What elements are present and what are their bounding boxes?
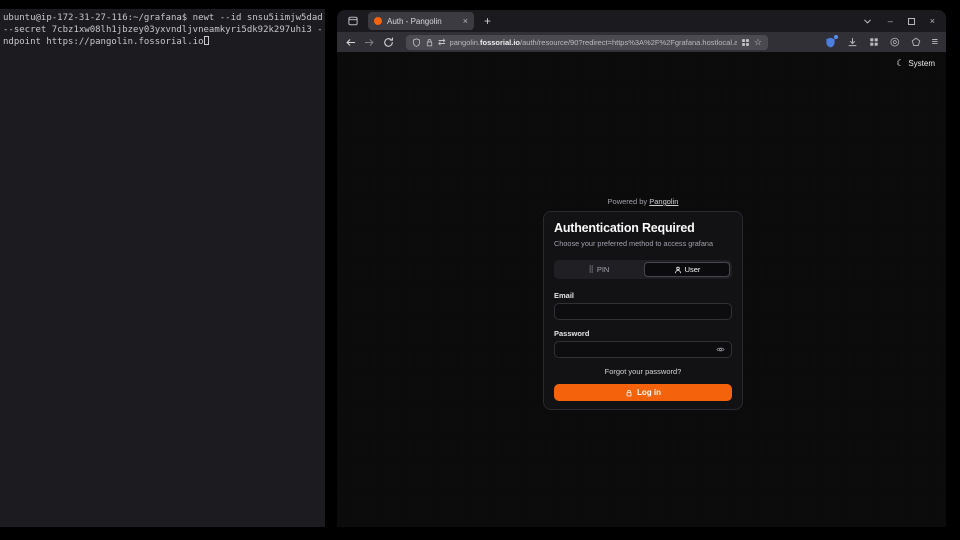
theme-label: System — [908, 59, 935, 68]
theme-toggle[interactable]: ☾ System — [896, 59, 935, 68]
tab-user[interactable]: User — [644, 262, 730, 277]
moon-icon: ☾ — [896, 59, 904, 68]
tab-user-label: User — [685, 265, 701, 274]
pangolin-link[interactable]: Pangolin — [649, 197, 678, 206]
window-controls: – × — [862, 16, 935, 27]
login-lock-icon — [625, 389, 633, 397]
tab-pin-label: PIN — [597, 265, 610, 274]
url-text: pangolin.fossorial.io/auth/resource/90?r… — [450, 38, 737, 47]
pangolin-favicon — [374, 17, 382, 25]
user-icon — [674, 266, 682, 274]
powered-by: Powered by Pangolin — [543, 197, 743, 206]
url-domain: fossorial.io — [480, 38, 520, 47]
card-subtitle: Choose your preferred method to access g… — [554, 239, 732, 248]
terminal-line: ndpoint https://pangolin.fossorial.io — [3, 36, 322, 49]
browser-tab-auth-pangolin[interactable]: Auth - Pangolin × — [368, 12, 474, 30]
email-field-wrap — [554, 303, 732, 320]
url-bar[interactable]: ⇄ pangolin.fossorial.io/auth/resource/90… — [406, 35, 768, 50]
reader-grid-icon[interactable] — [741, 38, 750, 47]
maximize-button[interactable] — [908, 18, 915, 25]
menu-hamburger-icon[interactable]: ≡ — [932, 37, 938, 48]
tab-pin[interactable]: ⣿ PIN — [556, 262, 642, 277]
new-tab-button[interactable]: + — [484, 14, 491, 28]
connection-lock-icon[interactable] — [425, 38, 434, 47]
powered-by-text: Powered by — [608, 197, 648, 206]
show-password-eye-icon[interactable] — [716, 345, 725, 354]
downloads-icon[interactable] — [847, 37, 858, 48]
password-field-wrap — [554, 341, 732, 358]
tab-close-icon[interactable]: × — [463, 17, 468, 26]
terminal-line-text: ndpoint https://pangolin.fossorial.io — [3, 37, 203, 47]
toolbar-extension-area: ◎ ≡ — [825, 37, 938, 48]
back-button[interactable] — [345, 37, 356, 48]
password-input[interactable] — [561, 345, 716, 354]
url-subdomain: pangolin. — [450, 38, 480, 47]
extensions-grid-icon[interactable] — [869, 37, 879, 47]
browser-window: Auth - Pangolin × + – × — [337, 10, 946, 527]
account-badge-icon[interactable] — [911, 37, 921, 47]
browser-toolbar: ⇄ pangolin.fossorial.io/auth/resource/90… — [337, 32, 946, 52]
firefox-view-icon[interactable] — [347, 15, 359, 27]
forward-button[interactable] — [364, 37, 375, 48]
forgot-password-link[interactable]: Forgot your password? — [554, 367, 732, 376]
extension-shield-icon[interactable] — [825, 37, 836, 48]
login-button[interactable]: Log in — [554, 384, 732, 401]
tracking-protection-shield-icon[interactable] — [412, 38, 421, 47]
reload-button[interactable] — [383, 37, 394, 48]
close-window-button[interactable]: × — [930, 16, 935, 26]
bookmark-star-icon[interactable]: ☆ — [754, 38, 762, 47]
card-title: Authentication Required — [554, 222, 732, 235]
maximize-icon — [908, 18, 915, 25]
tab-title: Auth - Pangolin — [387, 17, 463, 26]
url-path: /auth/resource/90?redirect=https%3A%2F%2… — [520, 38, 737, 47]
browser-tab-bar: Auth - Pangolin × + – × — [337, 10, 946, 32]
adblock-target-icon[interactable]: ◎ — [890, 37, 900, 48]
terminal-cursor — [204, 36, 209, 45]
email-input[interactable] — [561, 307, 725, 316]
auth-page: ☾ System Powered by Pangolin Authenticat… — [337, 52, 946, 527]
extension-badge — [834, 35, 838, 39]
terminal-window[interactable]: ubuntu@ip-172-31-27-116:~/grafana$ newt … — [0, 9, 325, 527]
login-button-label: Log in — [637, 388, 661, 397]
password-label: Password — [554, 329, 732, 338]
auth-method-tabs: ⣿ PIN User — [554, 260, 732, 279]
auth-card: Authentication Required Choose your pref… — [543, 211, 743, 410]
email-label: Email — [554, 291, 732, 300]
permissions-swap-icon[interactable]: ⇄ — [438, 38, 446, 47]
minimize-button[interactable]: – — [888, 16, 893, 26]
terminal-line: --secret 7cbz1xw08lh1jbzey03yxvndljvneam… — [3, 25, 322, 37]
list-tabs-chevron-icon[interactable] — [862, 16, 873, 27]
dialpad-icon: ⣿ — [589, 266, 594, 273]
terminal-line: ubuntu@ip-172-31-27-116:~/grafana$ newt … — [3, 13, 322, 25]
